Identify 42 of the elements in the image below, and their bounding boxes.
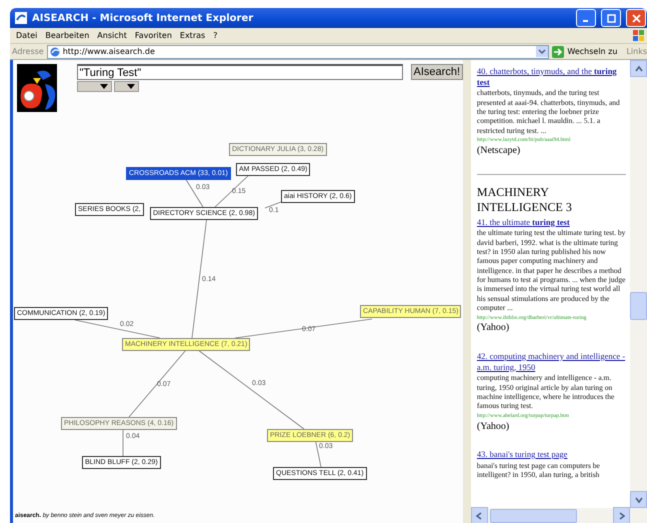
dropdown-arrow-icon[interactable] [536,46,548,57]
minimize-button[interactable] [576,9,596,27]
menu-item[interactable]: Favoriten [132,31,178,40]
menu-item[interactable]: Datei [14,31,44,40]
menu-item[interactable]: Extras [178,31,212,40]
connector-line [264,202,282,208]
scroll-thumb[interactable] [490,508,577,522]
dropdown[interactable] [76,81,112,92]
result-source: (Netscape) [476,145,522,158]
menu-item[interactable]: Ansicht [95,31,133,40]
connector-line [128,350,186,418]
flag-logo-icon [631,28,647,42]
result-link[interactable]: 43. banai's turing test page [476,449,626,460]
go-arrow-icon [552,46,564,58]
caret-icon [100,84,108,89]
page-icon [50,46,60,56]
maximize-button[interactable] [601,9,621,27]
result-link[interactable]: 42. computing machinery and intelligence - a.m. turing, 1950 [476,350,626,372]
menu-item[interactable]: ? [211,31,224,40]
maximize-icon [606,14,616,22]
scroll-thumb[interactable] [630,292,647,320]
caret-icon [126,84,135,89]
section-heading: MACHINERY INTELLIGENCE 3 [476,174,626,214]
horizontal-scrollbar[interactable] [470,508,647,523]
address-field[interactable]: http://www.aisearch.de [46,44,550,58]
logo-drawing [17,64,57,112]
search-button[interactable]: AIsearch! [410,64,463,80]
result-link[interactable]: 41. the ultimate turing test [476,216,626,228]
address-url: http://www.aisearch.de [62,47,156,56]
menu-item[interactable]: Bearbeiten [43,31,96,40]
window-title: AISEARCH - Microsoft Internet Explorer [32,12,254,24]
close-button[interactable] [626,9,646,27]
address-label: Adresse [12,47,44,56]
go-button[interactable]: Wechseln zu [552,46,624,58]
page-icon [14,11,28,25]
result-link[interactable]: 40. chatterbots, tinymuds, and the turing test [476,66,626,88]
result-source: (Yahoo) [476,322,510,335]
close-icon [632,14,640,22]
result-source: (Yahoo) [476,420,510,433]
vertical-scrollbar[interactable] [630,60,647,508]
search-field[interactable]: "Turing Test" [76,64,403,80]
dropdown[interactable] [114,81,139,92]
